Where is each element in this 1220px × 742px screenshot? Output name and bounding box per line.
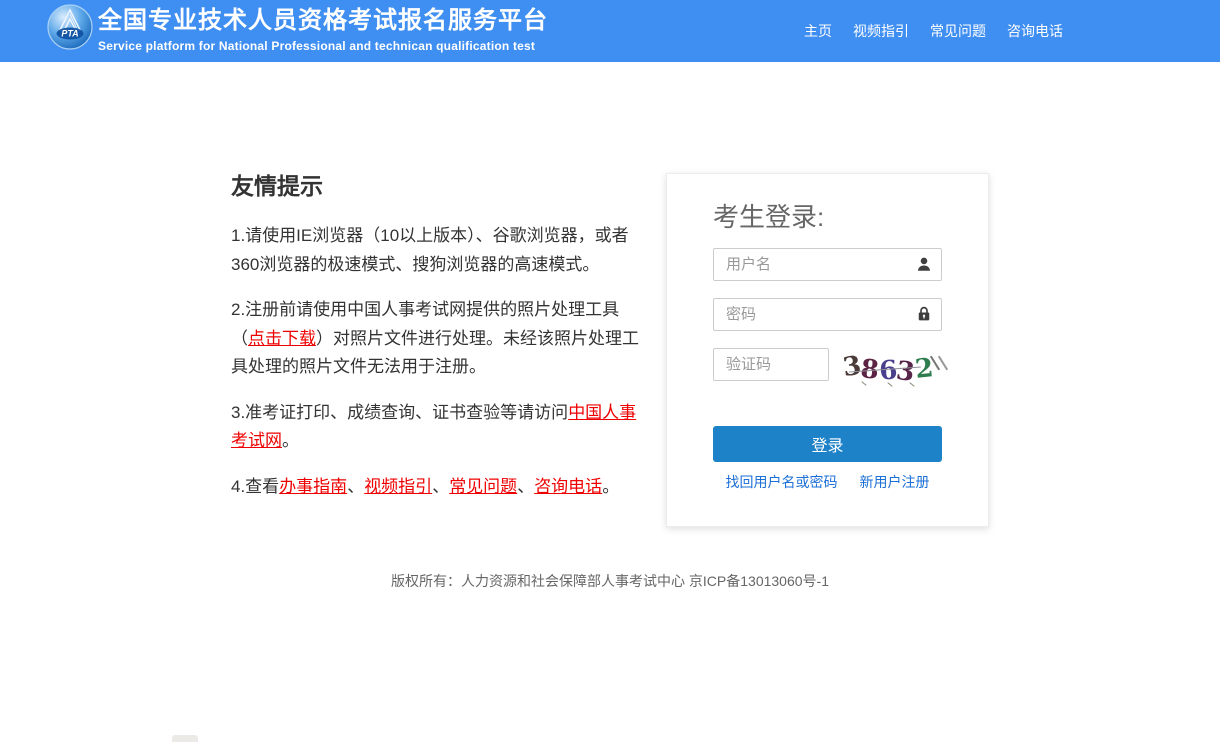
service-guide-link[interactable]: 办事指南 (279, 477, 347, 496)
password-field-wrap (713, 298, 942, 331)
tip-2: 2.注册前请使用中国人事考试网提供的照片处理工具（点击下载）对照片文件进行处理。… (231, 296, 649, 382)
login-panel: 考生登录: 38632 登录 (666, 173, 989, 527)
forgot-credentials-link[interactable]: 找回用户名或密码 (726, 472, 838, 492)
site-title: 全国专业技术人员资格考试报名服务平台 (98, 7, 548, 36)
login-button[interactable]: 登录 (713, 426, 942, 462)
separator: 、 (347, 477, 364, 496)
nav-video-guide[interactable]: 视频指引 (853, 21, 909, 41)
captcha-image[interactable]: 38632 (843, 350, 942, 388)
brand-block: 全国专业技术人员资格考试报名服务平台 Service platform for … (98, 7, 548, 53)
captcha-row: 38632 (713, 348, 942, 388)
separator: 、 (517, 477, 534, 496)
username-field-wrap (713, 248, 942, 281)
footer-copyright: 版权所有：人力资源和社会保障部人事考试中心 京ICP备13013060号-1 (0, 571, 1220, 591)
faq-link[interactable]: 常见问题 (449, 477, 517, 496)
tip-4: 4.查看办事指南、视频指引、常见问题、咨询电话。 (231, 473, 649, 502)
video-guide-link[interactable]: 视频指引 (364, 477, 432, 496)
nav-faq[interactable]: 常见问题 (930, 21, 986, 41)
friendly-tips: 友情提示 1.请使用IE浏览器（10以上版本）、谷歌浏览器，或者360浏览器的极… (231, 173, 649, 518)
header-nav: 主页 视频指引 常见问题 咨询电话 (804, 0, 1063, 62)
download-photo-tool-link[interactable]: 点击下载 (248, 329, 316, 348)
logo-text: PTA (61, 29, 78, 39)
pta-logo-icon: PTA (47, 4, 93, 50)
nav-phone[interactable]: 咨询电话 (1007, 21, 1063, 41)
phone-link[interactable]: 咨询电话 (534, 477, 602, 496)
login-heading: 考生登录: (713, 204, 942, 230)
tip-4-prefix: 4.查看 (231, 477, 279, 496)
username-input[interactable] (713, 248, 942, 281)
tips-heading: 友情提示 (231, 175, 649, 198)
header: PTA 全国专业技术人员资格考试报名服务平台 Service platform … (0, 0, 1220, 62)
site-subtitle: Service platform for National Profession… (98, 39, 548, 53)
nav-home[interactable]: 主页 (804, 21, 832, 41)
tip-1-text: 1.请使用IE浏览器（10以上版本）、谷歌浏览器，或者360浏览器的极速模式、搜… (231, 226, 629, 274)
tip-4-suffix: 。 (602, 477, 619, 496)
password-input[interactable] (713, 298, 942, 331)
tip-3-prefix: 3.准考证打印、成绩查询、证书查验等请访问 (231, 403, 568, 422)
lock-icon (915, 305, 933, 323)
captcha-input[interactable] (713, 348, 829, 381)
user-icon (915, 255, 933, 273)
tip-3: 3.准考证打印、成绩查询、证书查验等请访问中国人事考试网。 (231, 399, 649, 456)
tip-3-suffix: 。 (282, 431, 299, 450)
register-link[interactable]: 新用户注册 (860, 472, 930, 492)
separator: 、 (432, 477, 449, 496)
partial-bottom-element (172, 735, 198, 742)
main-content: 友情提示 1.请使用IE浏览器（10以上版本）、谷歌浏览器，或者360浏览器的极… (231, 173, 989, 527)
tip-1: 1.请使用IE浏览器（10以上版本）、谷歌浏览器，或者360浏览器的极速模式、搜… (231, 222, 649, 279)
panel-links: 找回用户名或密码 新用户注册 (713, 472, 942, 492)
